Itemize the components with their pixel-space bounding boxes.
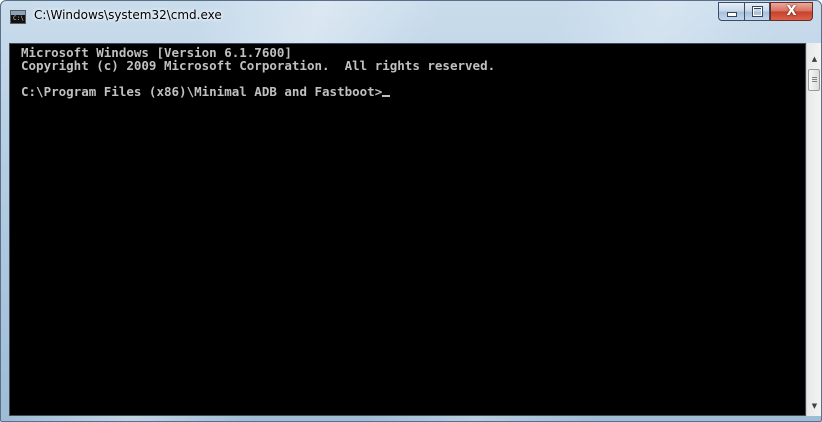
console-text: Microsoft Windows [Version 6.1.7600] Cop…	[21, 46, 495, 98]
console-prompt: C:\Program Files (x86)\Minimal ADB and F…	[21, 84, 383, 99]
title-bar[interactable]: C:\ C:\Windows\system32\cmd.exe X	[1, 1, 821, 33]
scroll-down-arrow-icon[interactable]: ▼	[807, 398, 821, 414]
thumb-grip-line	[812, 79, 817, 80]
thumb-grip-line	[812, 81, 817, 82]
maximize-button[interactable]	[744, 2, 770, 21]
minimize-icon	[726, 12, 737, 17]
maximize-icon	[751, 6, 763, 17]
text-cursor	[382, 95, 391, 97]
cmd-icon[interactable]: C:\	[10, 10, 26, 24]
window-title: C:\Windows\system32\cmd.exe	[34, 8, 222, 22]
vertical-scrollbar[interactable]: ▲ ▼	[806, 43, 821, 416]
cmd-window: C:\ C:\Windows\system32\cmd.exe X Micros…	[0, 0, 822, 422]
minimize-button[interactable]	[718, 2, 744, 21]
close-icon: X	[786, 4, 797, 19]
cmd-icon-label: C:\	[13, 15, 24, 22]
scroll-thumb[interactable]	[808, 69, 820, 91]
scroll-up-arrow-icon[interactable]: ▲	[807, 51, 821, 67]
console-line-copyright: Copyright (c) 2009 Microsoft Corporation…	[21, 58, 496, 73]
console-output[interactable]: Microsoft Windows [Version 6.1.7600] Cop…	[9, 43, 806, 416]
caption-buttons: X	[718, 2, 813, 22]
close-button[interactable]: X	[770, 2, 813, 21]
thumb-grip-line	[812, 77, 817, 78]
